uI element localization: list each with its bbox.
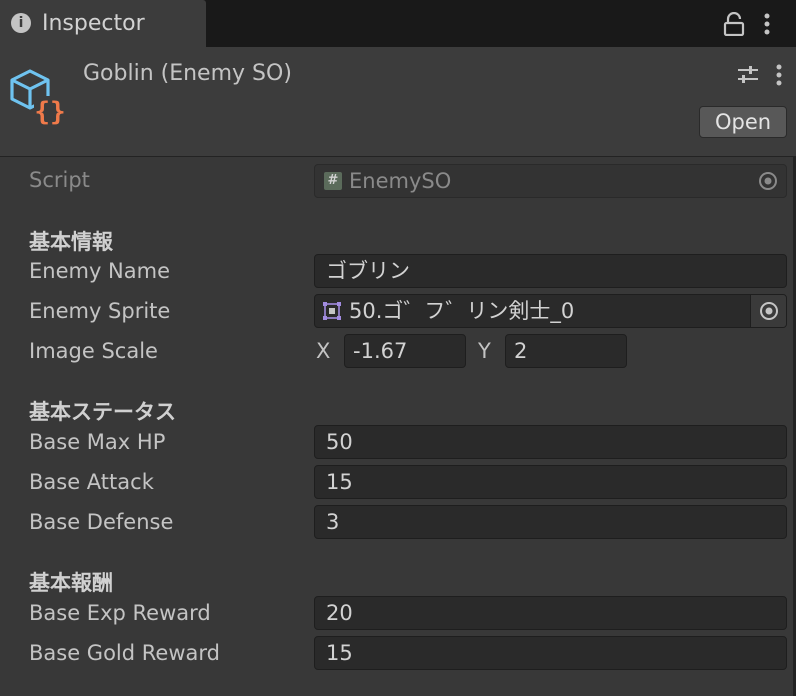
base-exp-reward-input[interactable]: 20 — [314, 596, 787, 630]
open-button[interactable]: Open — [699, 106, 787, 138]
svg-text:{}: {} — [34, 97, 65, 127]
script-value: EnemySO — [349, 169, 452, 193]
base-gold-reward-label: Base Gold Reward — [29, 641, 220, 665]
inspector-header: {} Goblin (Enemy SO) Open — [0, 47, 796, 157]
enemy-sprite-field[interactable]: 50.ゴ゛フ゛リン剣士_0 — [314, 294, 787, 328]
script-label: Script — [29, 168, 90, 192]
sprite-icon — [323, 302, 341, 320]
enemy-name-input[interactable]: ゴブリン — [314, 254, 787, 288]
enemy-sprite-value: 50.ゴ゛フ゛リン剣士_0 — [349, 299, 575, 323]
image-scale-y-input[interactable]: 2 — [505, 334, 627, 368]
object-picker-icon — [760, 302, 778, 320]
csharp-script-icon: # — [324, 172, 342, 190]
base-defense-input[interactable]: 3 — [314, 505, 787, 539]
base-max-hp-input[interactable]: 50 — [314, 425, 787, 459]
info-icon: i — [11, 13, 31, 33]
tab-inspector[interactable]: i Inspector — [0, 0, 206, 47]
image-scale-x-input[interactable]: -1.67 — [344, 334, 466, 368]
image-scale-label: Image Scale — [29, 339, 158, 363]
base-gold-reward-input[interactable]: 15 — [314, 636, 787, 670]
script-picker — [750, 165, 786, 197]
script-field: # EnemySO — [314, 164, 787, 198]
tab-menu-icon[interactable] — [759, 11, 775, 37]
tab-bar: i Inspector — [0, 0, 796, 47]
image-scale-x-label: X — [316, 339, 331, 363]
asset-title: Goblin (Enemy SO) — [83, 61, 292, 86]
base-attack-input[interactable]: 15 — [314, 465, 787, 499]
image-scale-y-label: Y — [478, 339, 491, 363]
scriptable-object-icon: {} — [10, 69, 66, 127]
section-header-basic-reward: 基本報酬 — [29, 571, 113, 595]
enemy-sprite-label: Enemy Sprite — [29, 299, 171, 323]
base-attack-label: Base Attack — [29, 470, 154, 494]
base-defense-label: Base Defense — [29, 510, 174, 534]
lock-icon[interactable] — [723, 12, 745, 36]
object-picker-icon — [759, 172, 777, 190]
base-exp-reward-label: Base Exp Reward — [29, 601, 211, 625]
base-max-hp-label: Base Max HP — [29, 430, 166, 454]
sprite-picker-button[interactable] — [750, 295, 786, 327]
enemy-name-label: Enemy Name — [29, 259, 171, 283]
section-header-basic-status: 基本ステータス — [29, 400, 176, 424]
header-menu-icon[interactable] — [771, 62, 787, 88]
tab-title: Inspector — [42, 11, 145, 36]
section-header-basic-info: 基本情報 — [29, 230, 113, 254]
presets-icon[interactable] — [736, 65, 760, 85]
